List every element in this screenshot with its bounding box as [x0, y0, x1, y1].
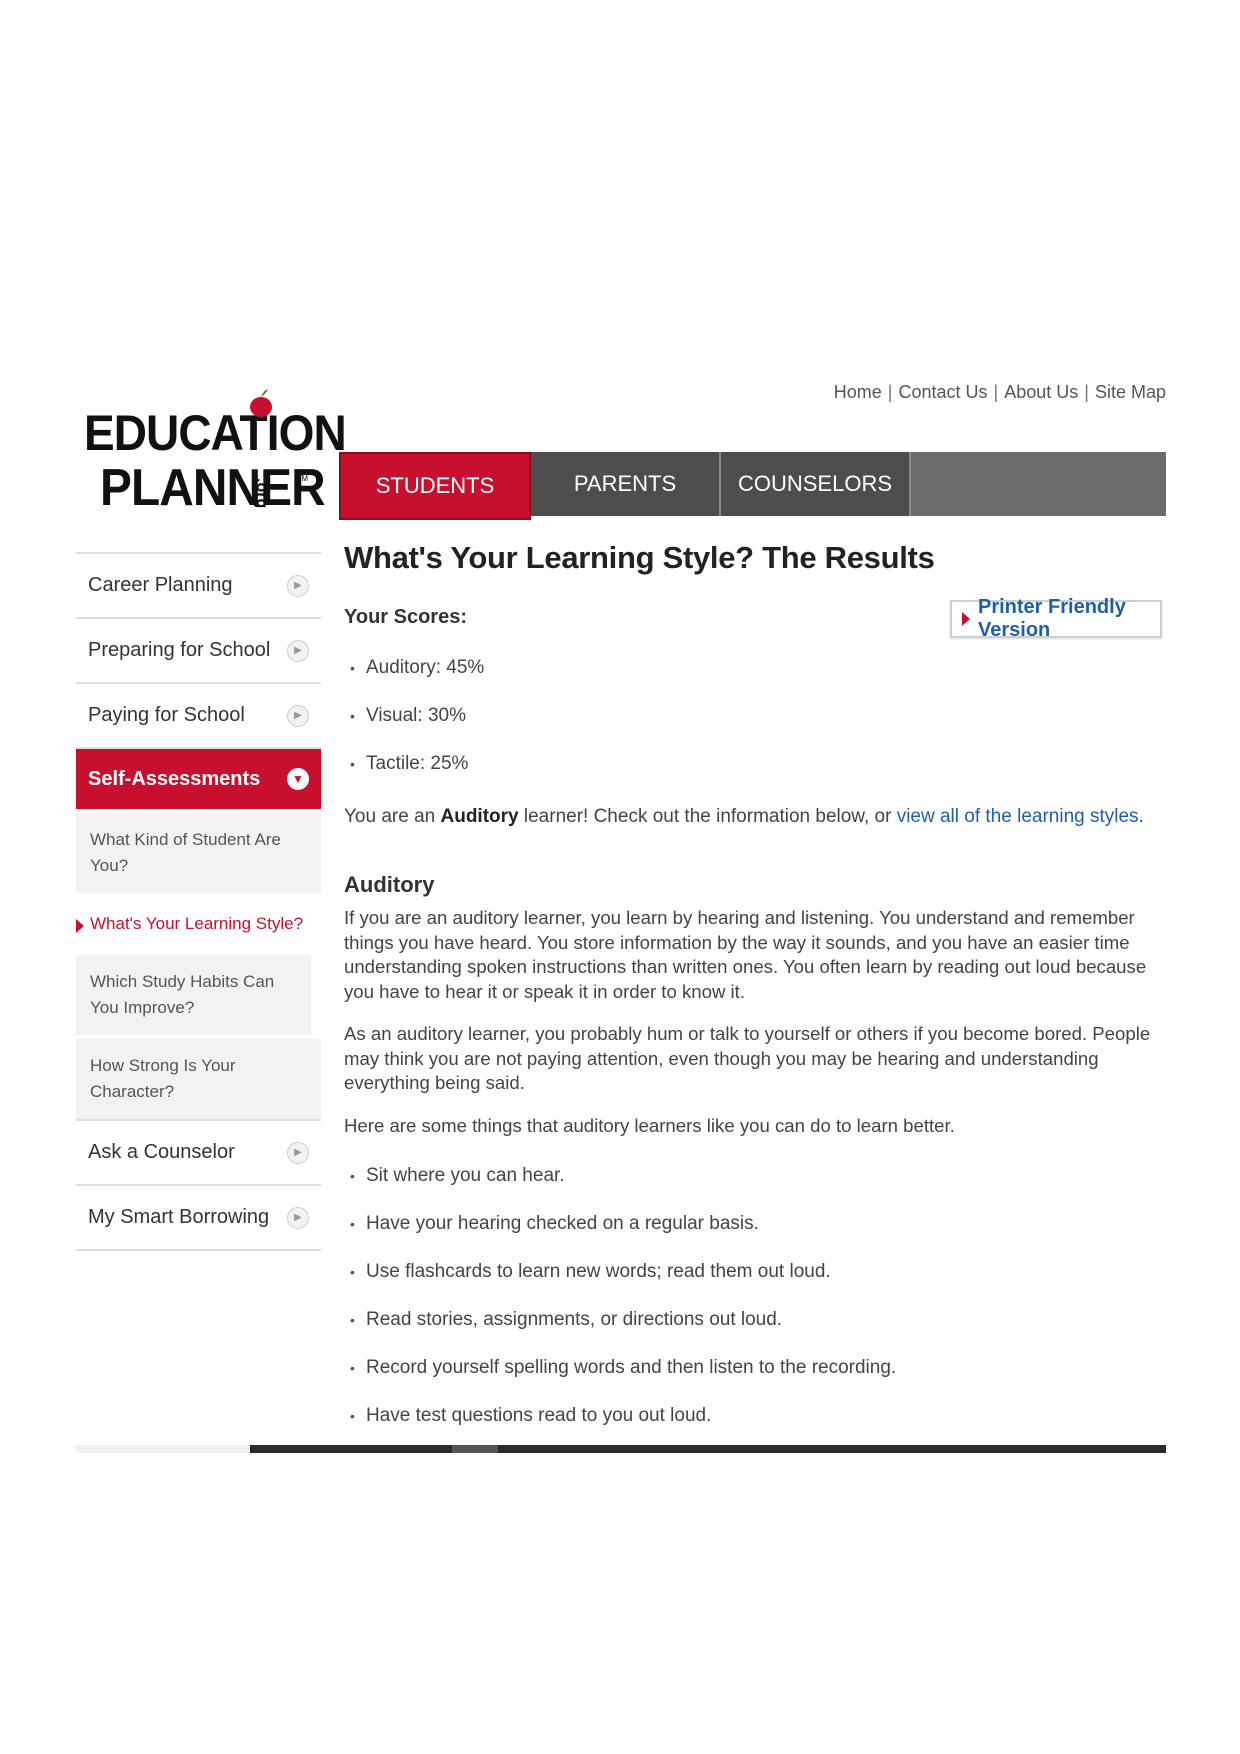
sidebar-item-label: Career Planning — [88, 574, 233, 596]
scores-header: Your Scores: Printer Friendly Version — [344, 596, 1166, 656]
sidebar-item-career-planning[interactable]: Career Planning ▶ — [76, 552, 321, 617]
sidebar-item-label: Self-Assessments — [88, 767, 261, 790]
page-title: What's Your Learning Style? The Results — [344, 540, 935, 575]
separator: | — [887, 382, 893, 402]
footer-bar — [76, 1445, 1166, 1453]
tips-list: Sit where you can hear. Have your hearin… — [344, 1164, 1166, 1452]
paragraph: If you are an auditory learner, you lear… — [344, 907, 1147, 1002]
tip-item: Sit where you can hear. — [344, 1164, 1166, 1212]
sidebar-item-label: Preparing for School — [88, 639, 271, 661]
learner-prefix: You are an — [344, 806, 441, 827]
sidebar-item-my-smart-borrowing[interactable]: My Smart Borrowing ▶ — [76, 1184, 321, 1249]
chevron-right-icon: ▶ — [287, 574, 309, 597]
link-site-map[interactable]: Site Map — [1095, 382, 1166, 402]
tab-counselors[interactable]: COUNSELORS — [721, 452, 911, 516]
sidebar-item-preparing-for-school[interactable]: Preparing for School ▶ — [76, 617, 321, 682]
sidebar-subitem-learning-style[interactable]: What's Your Learning Style? — [76, 893, 321, 951]
logo-org: .org — [253, 478, 270, 509]
link-home[interactable]: Home — [834, 382, 882, 402]
main-nav: STUDENTS PARENTS COUNSELORS — [339, 452, 1166, 520]
sidebar-subitem-study-habits[interactable]: Which Study Habits Can You Improve? — [76, 951, 311, 1035]
learner-result: You are an Auditory learner! Check out t… — [344, 806, 1166, 828]
sidebar-bottom-border — [76, 1249, 321, 1251]
footer-bar-dark — [250, 1445, 1166, 1453]
sidebar-subitem-character[interactable]: How Strong Is Your Character? — [76, 1035, 321, 1119]
logo-line1: EDUCATION — [84, 405, 347, 461]
tab-students[interactable]: STUDENTS — [339, 452, 531, 520]
sidebar-subitem-label: What's Your Learning Style? — [90, 914, 304, 933]
chevron-right-icon: ▶ — [287, 704, 309, 727]
printer-friendly-button[interactable]: Printer Friendly Version — [950, 596, 1162, 641]
paragraph: As an auditory learner, you probably hum… — [344, 1023, 1151, 1093]
link-contact-us[interactable]: Contact Us — [898, 382, 987, 402]
learner-middle: learner! Check out the information below… — [518, 806, 897, 827]
scores-label: Your Scores: — [344, 606, 467, 628]
score-item-auditory: Auditory: 45% — [344, 656, 1166, 704]
sidebar-item-self-assessments[interactable]: Self-Assessments ▼ — [76, 747, 321, 809]
separator: | — [1084, 382, 1089, 402]
tab-parents[interactable]: PARENTS — [531, 452, 721, 516]
tip-item: Read stories, assignments, or directions… — [344, 1308, 1166, 1356]
sidebar-item-label: Paying for School — [88, 704, 245, 726]
learner-type: Auditory — [440, 806, 519, 827]
sidebar-item-ask-a-counselor[interactable]: Ask a Counselor ▶ — [76, 1119, 321, 1184]
logo-line2: PLANNER — [100, 459, 326, 517]
printer-friendly-label: Printer Friendly Version — [978, 596, 1126, 641]
education-planner-logo[interactable]: EDUCATION PLANNER .org SM — [84, 389, 347, 520]
apple-icon — [250, 389, 272, 417]
view-all-styles-link[interactable]: view all of the learning styles — [897, 806, 1139, 827]
sidebar-subitem-student-type[interactable]: What Kind of Student Are You? — [76, 809, 321, 893]
sidebar: Career Planning ▶ Preparing for School ▶… — [76, 552, 321, 1251]
score-item-tactile: Tactile: 25% — [344, 752, 1166, 800]
learner-suffix: . — [1138, 806, 1144, 827]
paragraph: Here are some things that auditory learn… — [344, 1114, 955, 1136]
chevron-down-icon: ▼ — [287, 768, 309, 790]
separator: | — [993, 382, 999, 402]
main-content: What's Your Learning Style? The Results … — [344, 540, 1166, 1452]
footer-bar-segment — [452, 1445, 498, 1453]
utility-links: Home | Contact Us | About Us | Site Map — [834, 382, 1166, 403]
logo-sm: SM — [296, 474, 308, 483]
scores-list: Auditory: 45% Visual: 30% Tactile: 25% — [344, 656, 1166, 800]
sidebar-item-paying-for-school[interactable]: Paying for School ▶ — [76, 682, 321, 747]
chevron-right-icon: ▶ — [287, 639, 309, 662]
play-triangle-icon — [962, 612, 970, 626]
tip-item: Record yourself spelling words and then … — [344, 1356, 1166, 1404]
tip-item: Have your hearing checked on a regular b… — [344, 1212, 1166, 1260]
tip-item: Use flashcards to learn new words; read … — [344, 1260, 1166, 1308]
current-marker-icon — [76, 919, 84, 933]
score-item-visual: Visual: 30% — [344, 704, 1166, 752]
link-about-us[interactable]: About Us — [1004, 382, 1078, 402]
chevron-right-icon: ▶ — [287, 1206, 309, 1229]
chevron-right-icon: ▶ — [287, 1141, 309, 1164]
sidebar-item-label: My Smart Borrowing — [88, 1206, 270, 1228]
sidebar-item-label: Ask a Counselor — [88, 1141, 235, 1163]
section-title: Auditory — [344, 872, 435, 897]
